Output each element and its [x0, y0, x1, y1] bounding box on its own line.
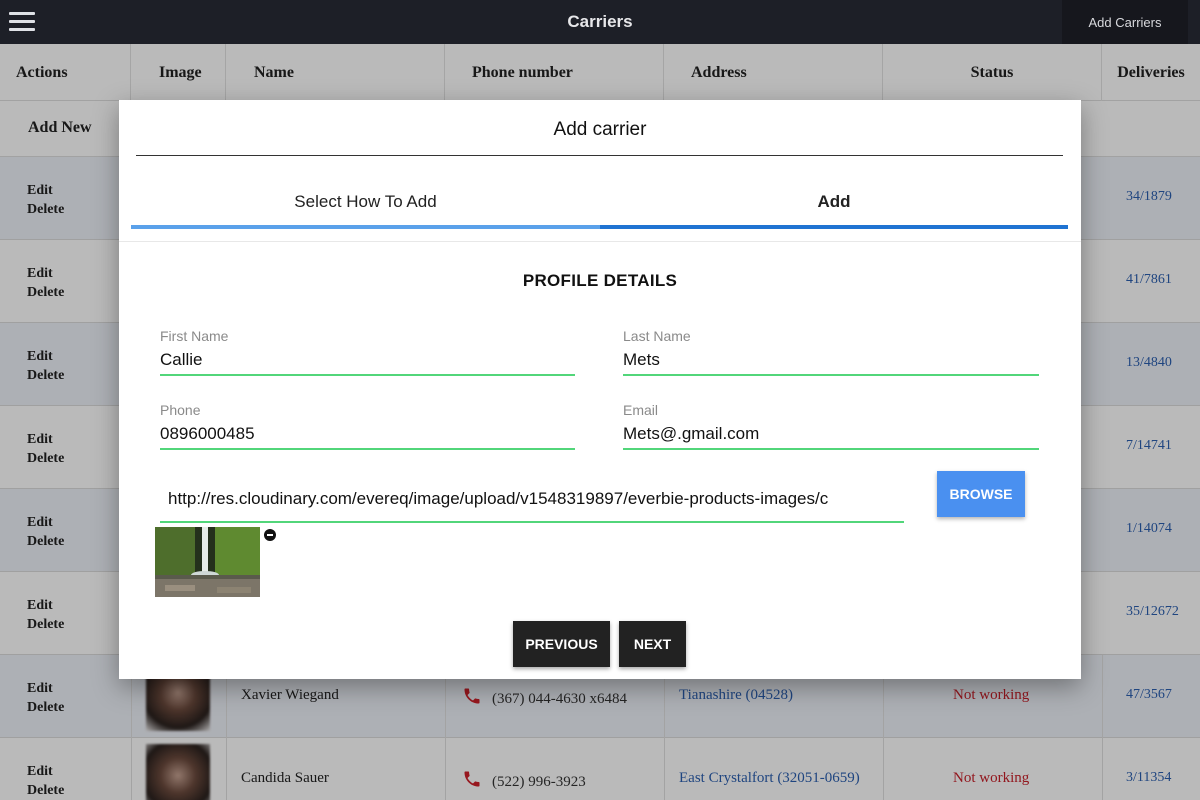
first-name-input[interactable] [160, 346, 575, 376]
divider [136, 155, 1063, 156]
step-add[interactable]: Add [600, 192, 1068, 222]
stepper: Select How To Add Add [119, 172, 1081, 242]
add-carriers-button[interactable]: Add Carriers [1062, 0, 1188, 44]
section-title: PROFILE DETAILS [522, 271, 678, 290]
email-label: Email [623, 402, 659, 418]
previous-button[interactable]: PREVIOUS [513, 621, 610, 667]
phone-field: Phone [160, 402, 575, 458]
top-app-bar: Carriers Add Carriers [0, 0, 1200, 44]
email-field: Email [623, 402, 1039, 458]
step-indicator-completed [131, 225, 600, 229]
uploaded-image-thumbnail [155, 527, 260, 597]
first-name-label: First Name [160, 328, 229, 344]
phone-label: Phone [160, 402, 201, 418]
dialog-title: Add carrier [553, 119, 647, 140]
remove-image-icon[interactable] [264, 529, 276, 541]
last-name-input[interactable] [623, 346, 1039, 376]
page-title: Carriers [567, 12, 633, 31]
step-indicator-active [600, 225, 1068, 229]
last-name-field: Last Name [623, 328, 1039, 384]
email-input[interactable] [623, 420, 1039, 450]
first-name-field: First Name [160, 328, 575, 384]
add-carrier-dialog: Add carrier Select How To Add Add PROFIL… [119, 100, 1081, 679]
next-button[interactable]: NEXT [619, 621, 686, 667]
phone-input[interactable] [160, 420, 575, 450]
last-name-label: Last Name [623, 328, 691, 344]
browse-button[interactable]: BROWSE [937, 471, 1025, 517]
image-url-input[interactable] [160, 477, 904, 523]
hamburger-icon[interactable] [9, 12, 35, 32]
step-select-how-to-add[interactable]: Select How To Add [131, 192, 600, 222]
